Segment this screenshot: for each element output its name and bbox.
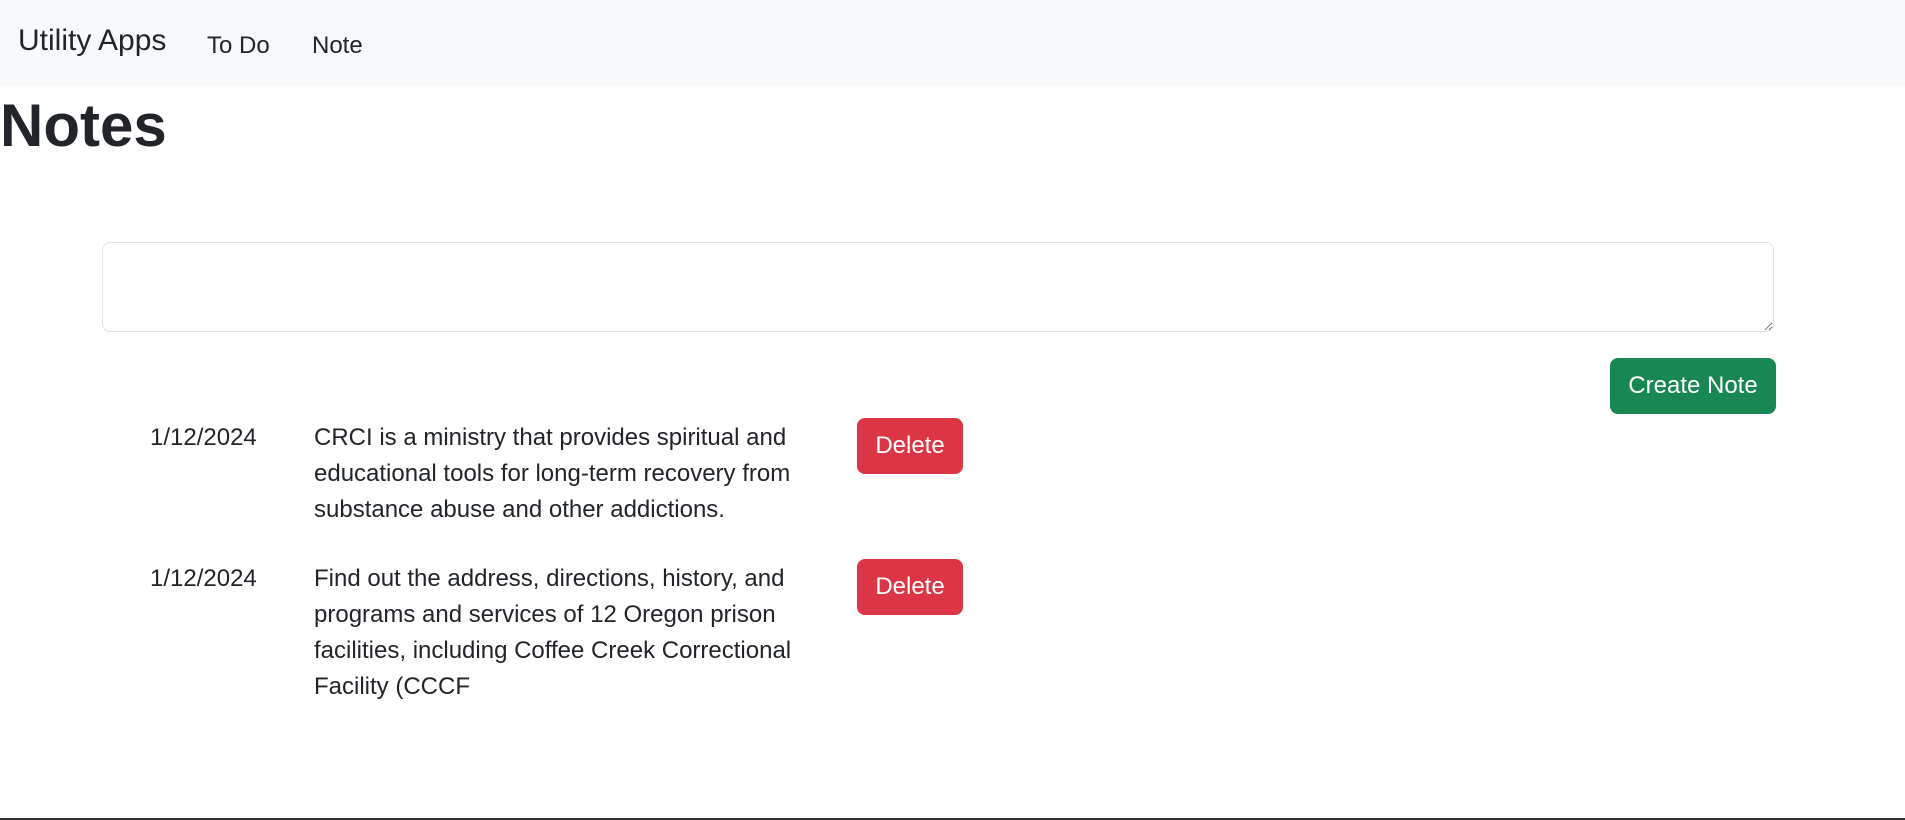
note-input[interactable] (102, 242, 1774, 332)
note-date: 1/12/2024 (150, 565, 257, 592)
create-note-button[interactable]: Create Note (1610, 358, 1776, 414)
note-text: Find out the address, directions, histor… (314, 565, 792, 700)
delete-note-button[interactable]: Delete (857, 559, 963, 615)
brand-link[interactable]: Utility Apps (18, 22, 166, 60)
nav-link-note[interactable]: Note (312, 30, 363, 62)
note-text: CRCI is a ministry that provides spiritu… (314, 424, 791, 523)
nav-link-todo[interactable]: To Do (207, 30, 270, 62)
navbar: Utility Apps To Do Note (0, 0, 1905, 86)
delete-note-button[interactable]: Delete (857, 418, 963, 474)
page-title: Notes (0, 92, 167, 159)
note-date: 1/12/2024 (150, 424, 257, 451)
